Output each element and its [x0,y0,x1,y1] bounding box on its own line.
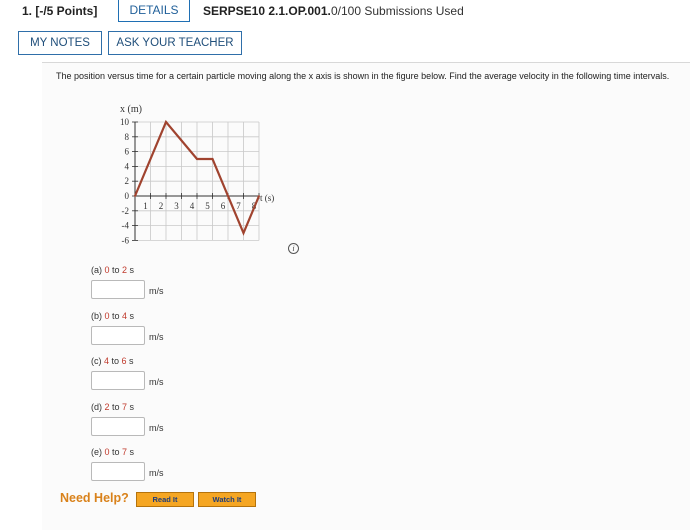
data-point [211,158,214,160]
y-tick-label: 4 [125,161,130,171]
answer-input[interactable] [91,417,145,436]
data-point [242,232,245,234]
answer-part: (c) 4 to 6 s m/s [91,355,291,391]
info-icon[interactable]: i [288,243,299,254]
x-tick-label: 5 [205,201,210,211]
part-prefix: (b) [91,311,105,321]
part-unit-seconds: s [126,356,134,366]
data-point [196,158,198,160]
answer-unit: m/s [149,377,164,387]
answer-part: (e) 0 to 7 s m/s [91,446,291,482]
data-point [134,195,136,197]
part-label: (a) 0 to 2 s [91,264,291,277]
answer-input[interactable] [91,462,145,481]
y-tick-label: 6 [125,147,130,157]
x-tick-label: 2 [159,201,164,211]
part-label: (d) 2 to 7 s [91,401,291,414]
y-tick-label: 10 [120,117,130,127]
part-label: (e) 0 to 7 s [91,446,291,459]
x-axis-label: t (s) [260,193,274,203]
answer-unit: m/s [149,468,164,478]
data-point [165,121,167,123]
answer-unit: m/s [149,332,164,342]
part-label: (b) 0 to 4 s [91,310,291,323]
part-to-word: to [109,356,122,366]
part-unit-seconds: s [127,402,135,412]
answer-unit: m/s [149,286,164,296]
part-prefix: (c) [91,356,104,366]
y-tick-label: -6 [122,235,130,245]
answer-unit: m/s [149,423,164,433]
y-tick-label: 8 [125,132,130,142]
answer-row: m/s [91,326,291,346]
part-unit-seconds: s [127,447,135,457]
details-button[interactable]: DETAILS [118,0,190,22]
ask-teacher-button[interactable]: ASK YOUR TEACHER [108,31,242,55]
answer-row: m/s [91,417,291,437]
part-unit-seconds: s [127,311,135,321]
part-to-word: to [109,402,123,412]
answer-part: (a) 0 to 2 s m/s [91,264,291,300]
question-points: 1. [-/5 Points] [22,4,98,18]
part-unit-seconds: s [127,265,135,275]
chart-grid [134,121,260,241]
answer-input[interactable] [91,280,145,299]
read-it-button[interactable]: Read It [136,492,194,507]
my-notes-button[interactable]: MY NOTES [18,31,102,55]
answer-row: m/s [91,280,291,300]
x-tick-label: 1 [143,201,148,211]
part-to-word: to [109,311,123,321]
x-tick-label: 6 [221,201,226,211]
question-text: The position versus time for a certain p… [56,71,670,81]
position-time-graph: 1086420-2-4-61 2 3 4 5 6 7 8 x (m) t (s) [120,104,274,245]
answer-part: (d) 2 to 7 s m/s [91,401,291,437]
part-prefix: (d) [91,402,105,412]
submissions-count: 0/100 Submissions Used [331,4,464,18]
x-tick-label: 3 [174,201,179,211]
question-code: SERPSE10 2.1.OP.001. [203,4,331,18]
answer-input[interactable] [91,371,145,390]
question-header: 1. [-/5 Points] DETAILS SERPSE10 2.1.OP.… [0,0,700,22]
y-tick-label: 0 [125,191,130,201]
part-to-word: to [109,265,123,275]
part-label: (c) 4 to 6 s [91,355,291,368]
part-prefix: (e) [91,447,105,457]
y-axis-label: x (m) [120,104,142,115]
answer-row: m/s [91,371,291,391]
part-prefix: (a) [91,265,105,275]
x-tick-label: 7 [236,201,241,211]
need-help-label: Need Help? [60,491,129,505]
y-tick-label: 2 [125,176,130,186]
answer-part: (b) 0 to 4 s m/s [91,310,291,346]
part-to-word: to [109,447,123,457]
y-tick-label: -2 [122,206,130,216]
answer-row: m/s [91,462,291,482]
answer-input[interactable] [91,326,145,345]
watch-it-button[interactable]: Watch It [198,492,256,507]
y-tick-label: -4 [122,221,130,231]
x-tick-label: 4 [190,201,195,211]
